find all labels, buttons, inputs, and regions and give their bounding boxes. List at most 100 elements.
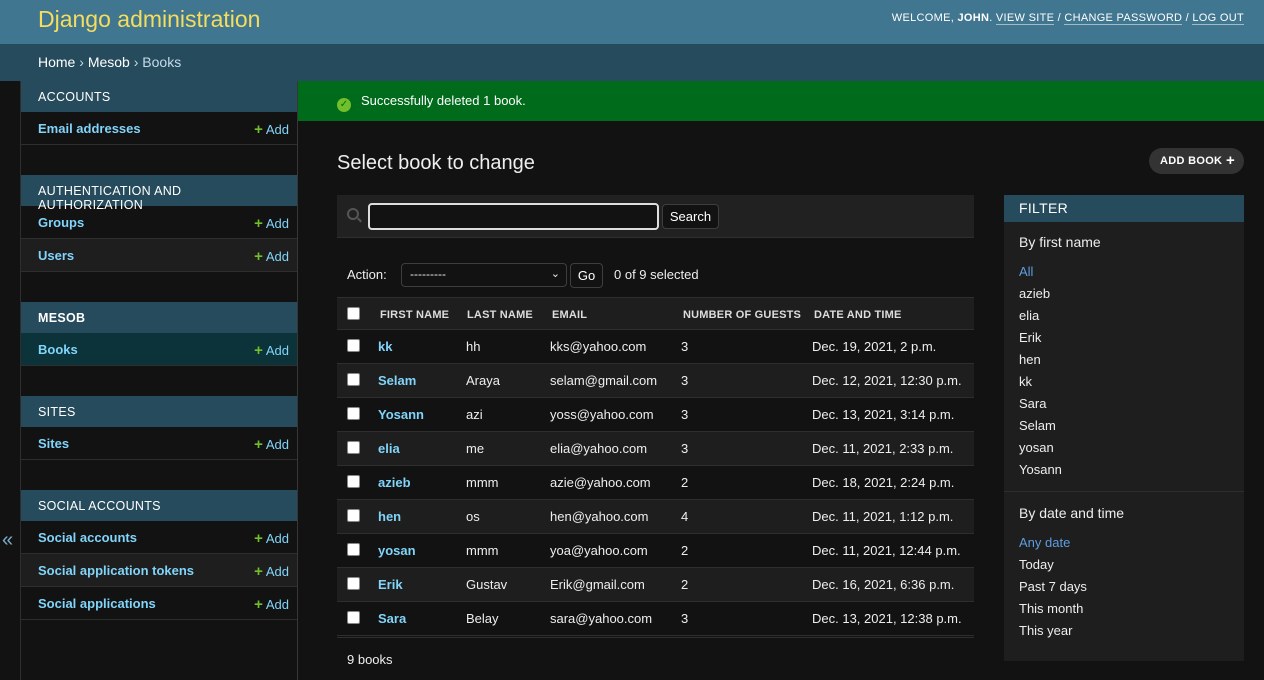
- change-password-link[interactable]: CHANGE PASSWORD: [1064, 12, 1183, 25]
- add-label: Add: [265, 249, 289, 264]
- table-row: Erik Gustav Erik@gmail.com 2 Dec. 16, 20…: [337, 568, 974, 602]
- filter-option[interactable]: Selam: [1019, 418, 1056, 433]
- sidebar-item-label[interactable]: Social applications: [38, 596, 156, 611]
- result-table: FIRST NAME LAST NAME EMAIL NUMBER OF GUE…: [337, 297, 974, 636]
- row-checkbox[interactable]: [347, 611, 360, 624]
- column-header[interactable]: FIRST NAME: [380, 309, 449, 321]
- filter-option[interactable]: azieb: [1019, 286, 1050, 301]
- add-link[interactable]: + Add: [254, 596, 289, 613]
- sidebar-item-label[interactable]: Email addresses: [38, 121, 141, 136]
- add-link[interactable]: + Add: [254, 248, 289, 265]
- filter-option[interactable]: This year: [1019, 623, 1072, 638]
- search-button[interactable]: Search: [662, 204, 719, 229]
- filter-option[interactable]: Yosann: [1019, 462, 1062, 477]
- filter-title: FILTER: [1004, 195, 1244, 222]
- plus-icon: +: [254, 121, 263, 138]
- column-header[interactable]: DATE AND TIME: [814, 309, 902, 321]
- row-checkbox[interactable]: [347, 407, 360, 420]
- sidebar-item-label[interactable]: Social accounts: [38, 530, 137, 545]
- filter-option[interactable]: kk: [1019, 374, 1032, 389]
- module-caption[interactable]: MESOB: [21, 302, 297, 333]
- row-checkbox[interactable]: [347, 543, 360, 556]
- plus-icon: +: [254, 342, 263, 359]
- filter-option-selected[interactable]: Any date: [1019, 535, 1070, 550]
- breadcrumb-app[interactable]: Mesob: [88, 54, 130, 70]
- row-checkbox[interactable]: [347, 441, 360, 454]
- sidebar-item-sites: Sites + Add: [21, 427, 297, 460]
- column-header[interactable]: NUMBER OF GUESTS: [683, 309, 801, 321]
- filter-option[interactable]: elia: [1019, 308, 1039, 323]
- success-check-icon: ✓: [337, 98, 351, 112]
- guests-cell: 3: [681, 441, 689, 456]
- module-sites: SITES Sites + Add: [21, 396, 297, 460]
- view-site-link[interactable]: VIEW SITE: [995, 12, 1055, 25]
- sidebar-item-label[interactable]: Social application tokens: [38, 563, 194, 578]
- action-select[interactable]: --------- ⌄: [401, 263, 567, 287]
- breadcrumb-home[interactable]: Home: [38, 54, 75, 70]
- guests-cell: 4: [681, 509, 689, 524]
- nav-sidebar-toggle[interactable]: «: [0, 81, 21, 680]
- module-caption[interactable]: ACCOUNTS: [21, 81, 297, 112]
- filter-option[interactable]: Erik: [1019, 330, 1041, 345]
- site-branding[interactable]: Django administration: [38, 6, 260, 33]
- first-name-link[interactable]: azieb: [378, 475, 411, 490]
- row-checkbox[interactable]: [347, 509, 360, 522]
- row-checkbox[interactable]: [347, 373, 360, 386]
- last-name-cell: os: [466, 509, 480, 524]
- row-checkbox[interactable]: [347, 577, 360, 590]
- sidebar-item-label[interactable]: Sites: [38, 436, 69, 451]
- add-book-button[interactable]: ADD BOOK +: [1149, 148, 1244, 174]
- row-checkbox[interactable]: [347, 475, 360, 488]
- add-link[interactable]: + Add: [254, 342, 289, 359]
- collapse-icon[interactable]: «: [2, 529, 13, 552]
- filter-panel: FILTER By first name All azieb elia Erik…: [1004, 195, 1244, 661]
- filter-option[interactable]: Sara: [1019, 396, 1046, 411]
- filter-option-selected[interactable]: All: [1019, 264, 1033, 279]
- go-button[interactable]: Go: [570, 263, 603, 288]
- column-header[interactable]: LAST NAME: [467, 309, 533, 321]
- chevron-down-icon: ⌄: [550, 268, 560, 280]
- guests-cell: 2: [681, 577, 689, 592]
- sidebar-item-label[interactable]: Groups: [38, 215, 84, 230]
- module-caption[interactable]: SITES: [21, 396, 297, 427]
- first-name-link[interactable]: Yosann: [378, 407, 424, 422]
- column-header[interactable]: EMAIL: [552, 309, 587, 321]
- first-name-link[interactable]: yosan: [378, 543, 416, 558]
- sidebar-item-books: Books + Add: [21, 333, 297, 366]
- add-link[interactable]: + Add: [254, 530, 289, 547]
- row-checkbox[interactable]: [347, 339, 360, 352]
- filter-option[interactable]: hen: [1019, 352, 1041, 367]
- module-caption[interactable]: SOCIAL ACCOUNTS: [21, 490, 297, 521]
- module-caption[interactable]: AUTHENTICATION AND AUTHORIZATION: [21, 175, 297, 212]
- select-all-checkbox[interactable]: [347, 307, 360, 320]
- first-name-link[interactable]: Selam: [378, 373, 416, 388]
- last-name-cell: me: [466, 441, 485, 456]
- plus-icon: +: [254, 563, 263, 580]
- guests-cell: 3: [681, 611, 689, 626]
- table-row: Yosann azi yoss@yahoo.com 3 Dec. 13, 202…: [337, 398, 974, 432]
- add-link[interactable]: + Add: [254, 436, 289, 453]
- add-link[interactable]: + Add: [254, 121, 289, 138]
- filter-option[interactable]: yosan: [1019, 440, 1054, 455]
- guests-cell: 3: [681, 339, 689, 354]
- sidebar-item-label[interactable]: Users: [38, 248, 74, 263]
- filter-option[interactable]: Today: [1019, 557, 1054, 572]
- table-header: FIRST NAME LAST NAME EMAIL NUMBER OF GUE…: [337, 297, 974, 330]
- add-link[interactable]: + Add: [254, 563, 289, 580]
- sidebar-item-label[interactable]: Books: [38, 342, 78, 357]
- add-label: Add: [265, 597, 289, 612]
- search-input[interactable]: [368, 203, 659, 230]
- add-link[interactable]: + Add: [254, 215, 289, 232]
- add-label: Add: [265, 437, 289, 452]
- table-row: hen os hen@yahoo.com 4 Dec. 11, 2021, 1:…: [337, 500, 974, 534]
- first-name-link[interactable]: Sara: [378, 611, 406, 626]
- first-name-link[interactable]: hen: [378, 509, 401, 524]
- filter-divider: [1004, 491, 1244, 492]
- first-name-link[interactable]: Erik: [378, 577, 403, 592]
- action-label: Action:: [347, 267, 387, 282]
- filter-option[interactable]: This month: [1019, 601, 1083, 616]
- first-name-link[interactable]: elia: [378, 441, 400, 456]
- first-name-link[interactable]: kk: [378, 339, 392, 354]
- log-out-link[interactable]: LOG OUT: [1192, 12, 1244, 25]
- filter-option[interactable]: Past 7 days: [1019, 579, 1087, 594]
